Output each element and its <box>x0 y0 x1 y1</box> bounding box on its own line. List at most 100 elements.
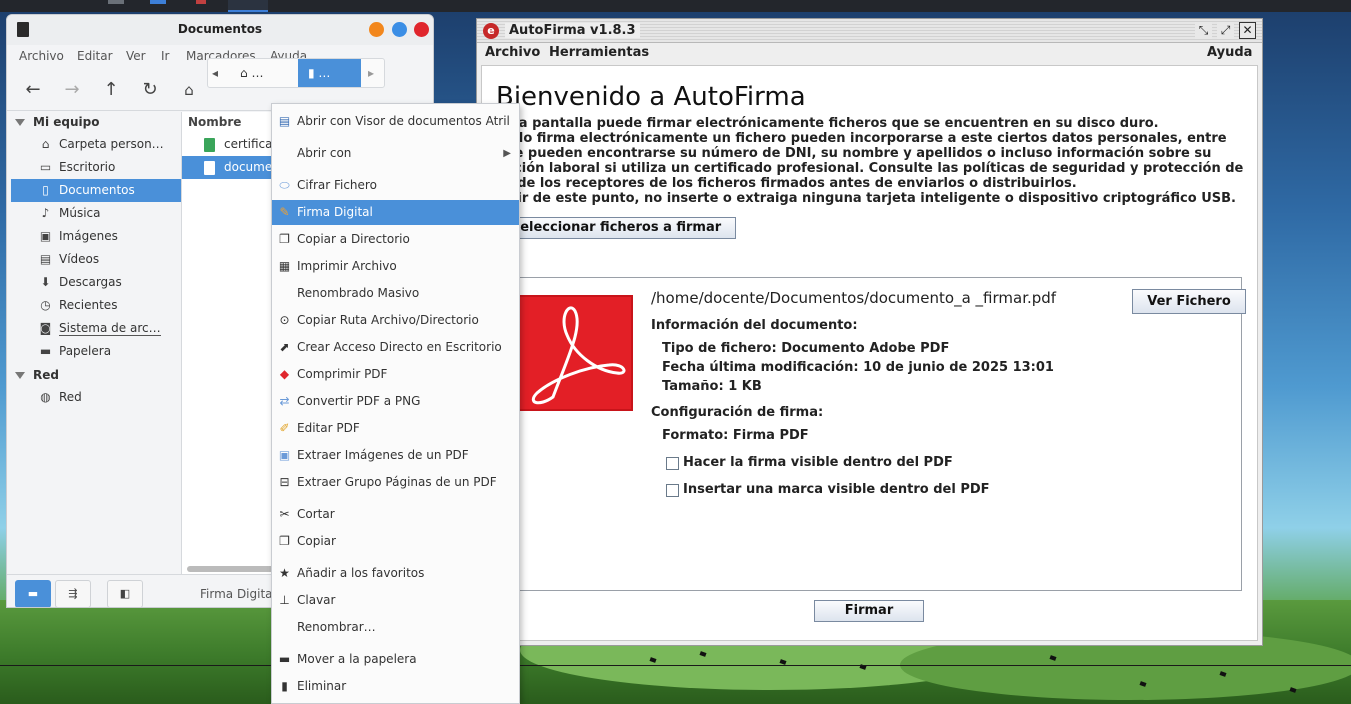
menu-item-eliminar[interactable]: ▮ Eliminar <box>272 674 519 699</box>
menu-item-abrir-con[interactable]: Abrir con ▶ <box>272 141 519 166</box>
reload-icon[interactable]: ↻ <box>136 77 164 103</box>
select-files-button[interactable]: Seleccionar ficheros a firmar <box>496 217 736 239</box>
menu-item-renombrado-masivo[interactable]: Renombrado Masivo <box>272 281 519 306</box>
path-scroll-right-icon[interactable]: ▸ <box>368 59 374 87</box>
back-arrow-icon[interactable]: ← <box>19 77 47 103</box>
forward-arrow-icon[interactable]: → <box>58 77 86 103</box>
file-path: /home/docente/Documentos/documento_a _fi… <box>651 289 1057 307</box>
menu-item-comprimir-pdf[interactable]: ◆ Comprimir PDF <box>272 362 519 387</box>
visible-signature-label[interactable]: Hacer la firma visible dentro del PDF <box>683 455 953 470</box>
title-bar[interactable]: e AutoFirma v1.8.3 ⤡ ⤢ ✕ <box>477 19 1262 43</box>
menu-item-renombrar[interactable]: Renombrar… <box>272 615 519 640</box>
sidebar-section-red[interactable]: Red <box>15 368 59 382</box>
autofirma-logo-icon: e <box>483 23 499 39</box>
sidebar-section-mi-equipo[interactable]: Mi equipo <box>15 115 99 129</box>
window-title: AutoFirma v1.8.3 <box>505 23 640 38</box>
pin-icon: ⊥ <box>279 593 290 607</box>
sidebar-item-carpeta-personal[interactable]: ⌂ Carpeta person… <box>11 133 181 156</box>
horizontal-scrollbar[interactable] <box>187 566 277 572</box>
view-file-button[interactable]: Ver Fichero <box>1132 289 1246 314</box>
menu-ir[interactable]: Ir <box>161 49 169 63</box>
intro-paragraph-line: os de los receptores de los ficheros fir… <box>496 176 1077 191</box>
sidebar-item-papelera[interactable]: ▬ Papelera <box>11 340 181 363</box>
tree-view-button[interactable]: ⇶ <box>55 580 91 607</box>
path-scroll-left-icon[interactable]: ◂ <box>212 59 218 87</box>
sidebar-item-videos[interactable]: ▤ Vídeos <box>11 248 181 271</box>
sidebar-item-sistema-de-archivos[interactable]: ◙ Sistema de arc… <box>11 317 181 340</box>
path-segment-home[interactable]: ⌂ … <box>230 59 298 87</box>
minimize-icon[interactable]: ⤡ <box>1195 22 1212 39</box>
menu-item-extraer-imagenes[interactable]: ▣ Extraer Imágenes de un PDF <box>272 443 519 468</box>
toggle-sidebar-button[interactable]: ◧ <box>107 580 143 607</box>
sidebar-item-escritorio[interactable]: ▭ Escritorio <box>11 156 181 179</box>
menu-item-label: Extraer Grupo Páginas de un PDF <box>297 475 497 489</box>
title-bar[interactable]: Documentos <box>7 15 433 45</box>
menu-archivo[interactable]: Archivo <box>485 45 540 60</box>
menu-item-firma-digital[interactable]: ✎ Firma Digital <box>272 200 519 225</box>
home-icon: ⌂ <box>41 137 50 151</box>
path-segment-label: … <box>251 66 264 80</box>
menu-item-convertir-pdf-png[interactable]: ⇄ Convertir PDF a PNG <box>272 389 519 414</box>
menu-item-cortar[interactable]: ✂ Cortar <box>272 502 519 527</box>
menu-item-copiar-a-directorio[interactable]: ❐ Copiar a Directorio <box>272 227 519 252</box>
menu-herramientas[interactable]: Herramientas <box>549 45 649 60</box>
menu-ver[interactable]: Ver <box>126 49 146 63</box>
visible-signature-checkbox[interactable] <box>666 457 679 470</box>
taskbar-item[interactable] <box>196 0 206 4</box>
menu-item-clavar[interactable]: ⊥ Clavar <box>272 588 519 613</box>
trash-icon: ▬ <box>278 652 291 666</box>
last-modified: Fecha última modificación: 10 de junio d… <box>662 360 1054 375</box>
taskbar-item[interactable] <box>150 0 166 4</box>
video-icon: ▤ <box>39 252 52 266</box>
menu-item-label: Mover a la papelera <box>297 652 417 666</box>
submenu-arrow-icon: ▶ <box>503 148 511 159</box>
menu-item-label: Abrir con <box>297 146 352 160</box>
menu-item-cifrar-fichero[interactable]: ⬭ Cifrar Fichero <box>272 173 519 198</box>
top-panel <box>0 0 1351 12</box>
menu-item-copiar[interactable]: ❐ Copiar <box>272 529 519 554</box>
pages-icon: ⊟ <box>279 475 290 489</box>
column-header-nombre[interactable]: Nombre <box>188 115 241 129</box>
taskbar-item-active[interactable] <box>228 0 268 12</box>
taskbar-item[interactable] <box>108 0 124 4</box>
sidebar-item-label: Red <box>59 390 82 404</box>
sidebar-item-red[interactable]: ◍ Red <box>11 386 181 409</box>
sign-button[interactable]: Firmar <box>814 600 924 622</box>
close-icon[interactable]: ✕ <box>1239 22 1256 39</box>
minimize-button[interactable] <box>369 22 384 37</box>
path-segment-documentos[interactable]: ▮ … <box>298 59 361 87</box>
copy-icon: ❐ <box>279 232 290 246</box>
sidebar-item-recientes[interactable]: ◷ Recientes <box>11 294 181 317</box>
menu-item-copiar-ruta[interactable]: ⊙ Copiar Ruta Archivo/Directorio <box>272 308 519 333</box>
clock-icon: ◷ <box>40 298 51 312</box>
maximize-button[interactable] <box>392 22 407 37</box>
up-arrow-icon[interactable]: ↑ <box>97 77 125 103</box>
menu-archivo[interactable]: Archivo <box>19 49 64 63</box>
menu-item-crear-acceso-directo[interactable]: ⬈ Crear Acceso Directo en Escritorio <box>272 335 519 360</box>
menu-item-imprimir-archivo[interactable]: ▦ Imprimir Archivo <box>272 254 519 279</box>
sidebar-item-descargas[interactable]: ⬇ Descargas <box>11 271 181 294</box>
pdf-icon: ◆ <box>279 367 290 381</box>
menu-item-anadir-favoritos[interactable]: ★ Añadir a los favoritos <box>272 561 519 586</box>
copy-icon: ❐ <box>279 534 290 548</box>
visible-mark-checkbox[interactable] <box>666 484 679 497</box>
menu-item-extraer-paginas[interactable]: ⊟ Extraer Grupo Páginas de un PDF <box>272 470 519 495</box>
menu-item-label: Copiar Ruta Archivo/Directorio <box>297 313 479 327</box>
visible-mark-label[interactable]: Insertar una marca visible dentro del PD… <box>683 482 990 497</box>
desktop-line <box>0 665 1351 666</box>
sidebar-item-label: Imágenes <box>59 229 118 243</box>
maximize-icon[interactable]: ⤢ <box>1217 22 1234 39</box>
sidebar-item-imagenes[interactable]: ▣ Imágenes <box>11 225 181 248</box>
sidebar-item-musica[interactable]: ♪ Música <box>11 202 181 225</box>
menu-item-abrir-con-atril[interactable]: ▤ Abrir con Visor de documentos Atril <box>272 109 519 134</box>
menu-item-label: Eliminar <box>297 679 347 693</box>
menu-item-editar-pdf[interactable]: ✐ Editar PDF <box>272 416 519 441</box>
intro-paragraph-line: nación laboral si utiliza un certificado… <box>496 161 1244 176</box>
close-button[interactable] <box>414 22 429 37</box>
menu-editar[interactable]: Editar <box>77 49 113 63</box>
menu-ayuda[interactable]: Ayuda <box>1207 45 1252 60</box>
places-view-button[interactable]: ▬ <box>15 580 51 607</box>
sidebar-item-documentos[interactable]: ▯ Documentos <box>11 179 181 202</box>
home-icon[interactable]: ⌂ <box>175 77 203 103</box>
menu-item-mover-papelera[interactable]: ▬ Mover a la papelera <box>272 647 519 672</box>
